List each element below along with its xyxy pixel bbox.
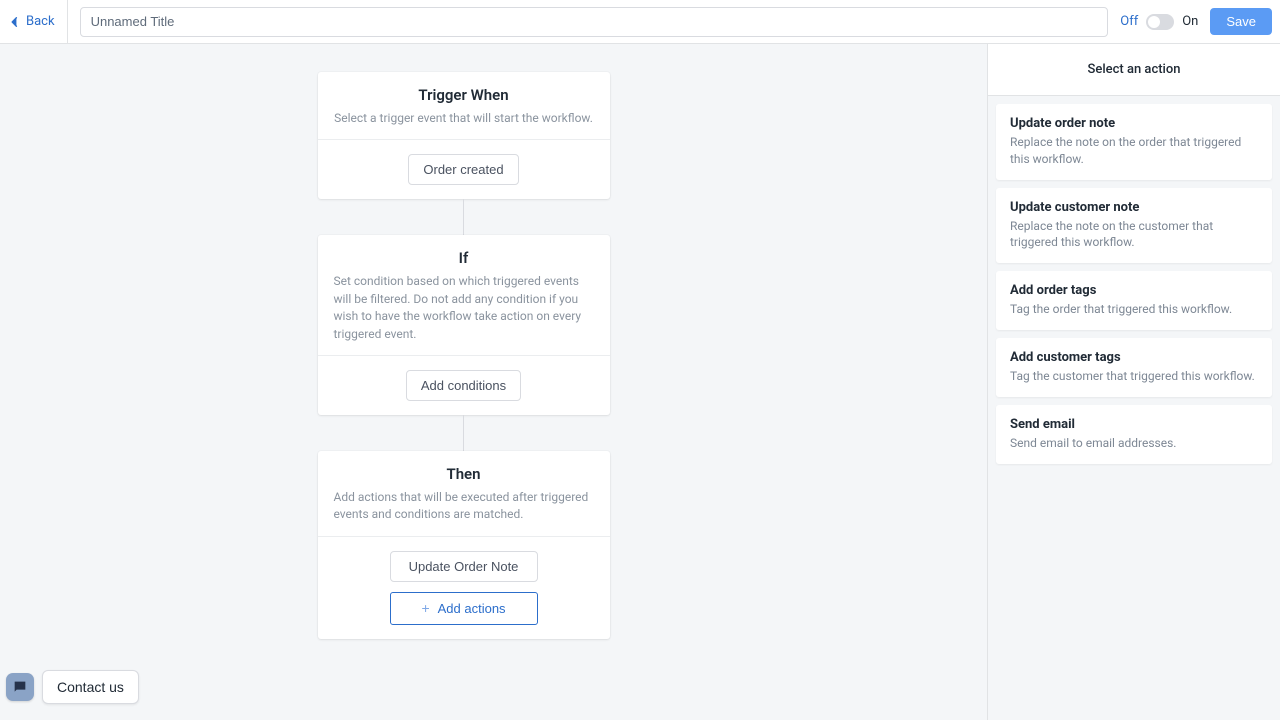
- condition-card: If Set condition based on which triggere…: [318, 235, 610, 415]
- workflow-title-input[interactable]: [80, 7, 1109, 37]
- chat-icon: [12, 679, 28, 695]
- contact-widget: Contact us: [6, 670, 139, 704]
- action-option-desc: Replace the note on the order that trigg…: [1010, 134, 1258, 168]
- sidebar-title: Select an action: [998, 62, 1270, 77]
- toggle-off-label: Off: [1120, 14, 1138, 29]
- action-sidebar: Select an action Update order note Replac…: [987, 44, 1280, 720]
- contact-us-button[interactable]: Contact us: [42, 670, 139, 704]
- enable-toggle[interactable]: [1146, 14, 1174, 30]
- trigger-card: Trigger When Select a trigger event that…: [318, 72, 610, 199]
- then-title: Then: [334, 465, 594, 483]
- action-option-desc: Send email to email addresses.: [1010, 435, 1258, 452]
- action-option-title: Send email: [1010, 417, 1258, 432]
- back-label: Back: [26, 14, 55, 29]
- trigger-event-button[interactable]: Order created: [408, 154, 518, 185]
- action-option-desc: Tag the order that triggered this workfl…: [1010, 301, 1258, 318]
- connector-line: [463, 415, 464, 451]
- action-option[interactable]: Add customer tags Tag the customer that t…: [996, 338, 1272, 397]
- action-option-desc: Replace the note on the customer that tr…: [1010, 218, 1258, 252]
- action-chip-update-order-note[interactable]: Update Order Note: [390, 551, 538, 582]
- action-option[interactable]: Send email Send email to email addresses.: [996, 405, 1272, 464]
- enable-toggle-group: Off On: [1120, 14, 1198, 30]
- arrow-left-icon: [8, 15, 22, 29]
- action-option-desc: Tag the customer that triggered this wor…: [1010, 368, 1258, 385]
- toggle-on-label: On: [1182, 14, 1198, 29]
- then-subtitle: Add actions that will be executed after …: [334, 489, 594, 524]
- add-conditions-button[interactable]: Add conditions: [406, 370, 521, 401]
- action-option[interactable]: Add order tags Tag the order that trigger…: [996, 271, 1272, 330]
- action-option-title: Add order tags: [1010, 283, 1258, 298]
- chat-icon-button[interactable]: [6, 673, 34, 701]
- trigger-title: Trigger When: [334, 86, 594, 104]
- action-option-title: Add customer tags: [1010, 350, 1258, 365]
- action-option-title: Update order note: [1010, 116, 1258, 131]
- trigger-subtitle: Select a trigger event that will start t…: [334, 110, 594, 127]
- action-option[interactable]: Update order note Replace the note on the…: [996, 104, 1272, 180]
- back-button[interactable]: Back: [8, 0, 68, 43]
- condition-subtitle: Set condition based on which triggered e…: [334, 273, 594, 343]
- add-actions-button[interactable]: + Add actions: [390, 592, 538, 625]
- workflow-canvas: Trigger When Select a trigger event that…: [0, 44, 987, 720]
- top-bar: Back Off On Save: [0, 0, 1280, 44]
- action-list: Update order note Replace the note on the…: [988, 96, 1280, 472]
- condition-title: If: [334, 249, 594, 267]
- save-button[interactable]: Save: [1210, 8, 1272, 35]
- then-card: Then Add actions that will be executed a…: [318, 451, 610, 639]
- action-option[interactable]: Update customer note Replace the note on …: [996, 188, 1272, 264]
- add-actions-label: Add actions: [438, 601, 506, 616]
- connector-line: [463, 199, 464, 235]
- action-option-title: Update customer note: [1010, 200, 1258, 215]
- plus-icon: +: [421, 601, 429, 615]
